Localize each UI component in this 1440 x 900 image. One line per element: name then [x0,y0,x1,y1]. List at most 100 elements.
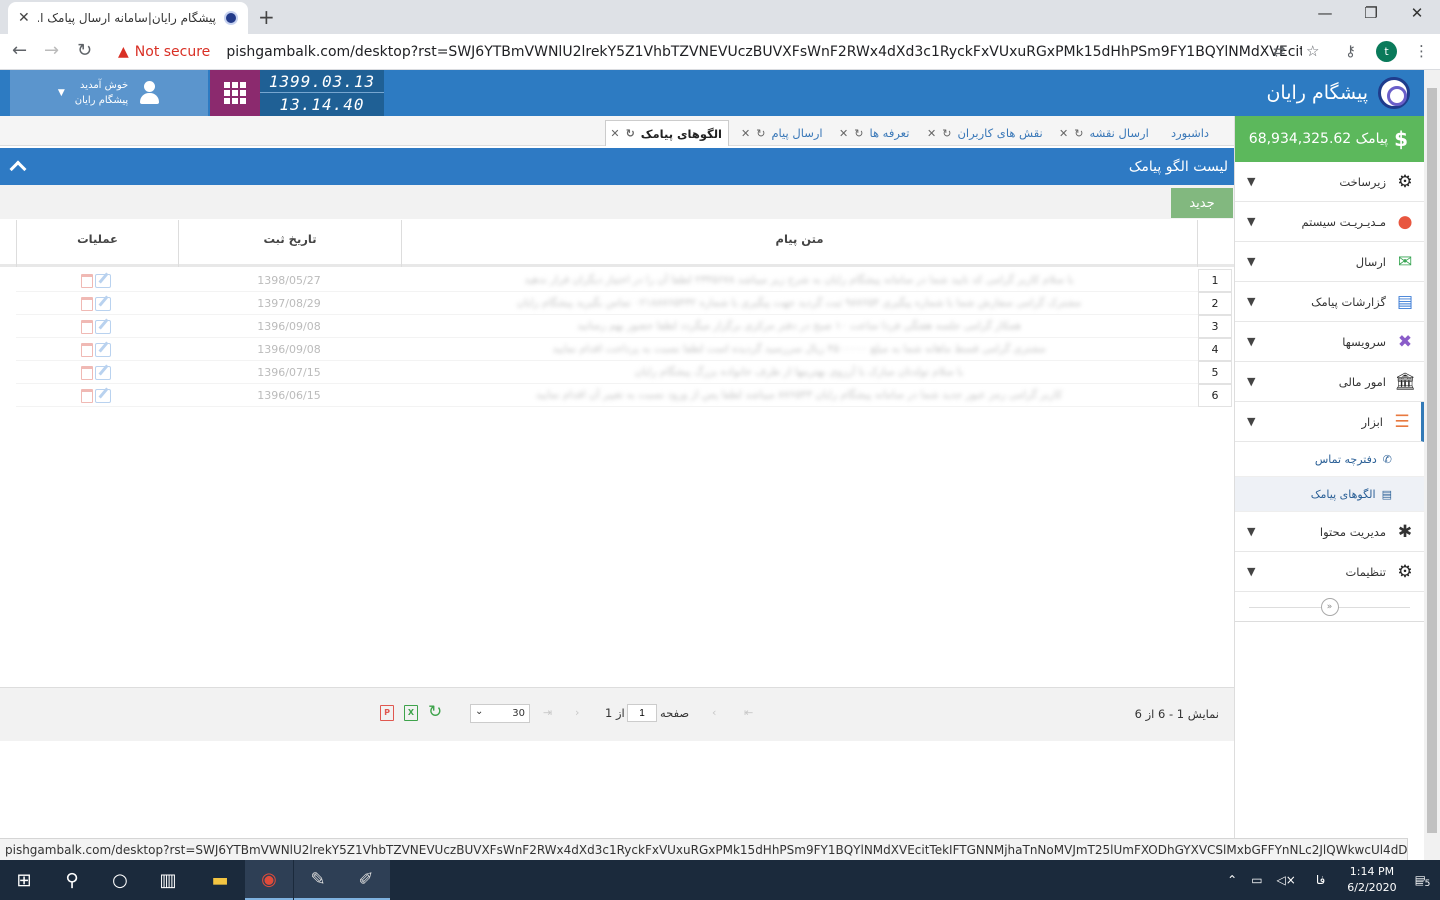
pager: نمایش 1 - 6 از 6 ⇤ ‹ صفحه از 1 › ⇥ 30 ⌄ … [0,687,1234,741]
edit-icon[interactable] [95,319,111,334]
star-icon[interactable]: ☆ [1306,42,1319,60]
edit-icon[interactable] [95,273,111,288]
refresh-tab-icon[interactable]: ↻ [942,127,951,140]
prev-page-icon[interactable]: ‹ [712,706,716,719]
user-menu[interactable]: ▼ خوش آمدید پیشگام رایان [10,70,208,116]
sidebar-item-settings[interactable]: ▼ تنظیمات ⚙ [1235,552,1424,592]
sidebar-item-tools[interactable]: ▼ ابزار ☰ [1235,402,1424,442]
close-tab-icon[interactable]: ✕ [927,127,936,140]
language-indicator[interactable]: فا [1316,873,1325,887]
profile-avatar[interactable]: t [1376,41,1397,62]
scrollbar-thumb[interactable] [1427,88,1437,833]
sidebar-collapse-button[interactable]: » [1235,592,1424,622]
excel-export-icon[interactable]: X [404,705,418,721]
chevron-down-icon: ▼ [1247,415,1256,428]
translate-icon[interactable]: ⇄ [1273,42,1286,60]
sidebar-subitem-contacts[interactable]: دفترچه تماس ✆ [1235,442,1424,477]
sidebar-subitem-sms-templates[interactable]: الگوهای پیامک ▤ [1235,477,1424,512]
notifications-icon[interactable]: ▤ 5 [1415,873,1433,889]
reload-icon[interactable]: ↻ [77,40,92,61]
close-tab-icon[interactable]: ✕ [18,10,30,26]
column-header-message[interactable]: متن پیام [401,220,1198,267]
key-icon[interactable]: ⚷ [1345,42,1356,60]
table-row[interactable]: 2 مشترک گرامی سفارش شما با شماره پیگیری … [16,292,1232,315]
menu-dots-icon[interactable]: ⋮ [1414,42,1429,60]
date-time-display: 1399.03.13 13.14.40 [260,70,384,116]
edit-icon[interactable] [95,365,111,380]
chrome-icon[interactable]: ◉ [245,860,293,900]
volume-muted-icon[interactable]: ◁× [1277,873,1296,887]
network-icon[interactable]: ▭ [1251,873,1262,887]
tab-sms-templates[interactable]: الگوهای پیامک ↻ ✕ [605,120,729,146]
close-window-icon[interactable]: ✕ [1394,4,1440,22]
delete-icon[interactable] [81,319,93,334]
cortana-icon[interactable]: ○ [96,860,144,900]
tab-send-map[interactable]: ارسال نقشه ↻ ✕ [1053,120,1155,146]
paint-icon[interactable]: ✎ [294,860,342,900]
row-number: 1 [1198,269,1232,292]
delete-icon[interactable] [81,388,93,403]
table-row[interactable]: 3 همکار گرامی جلسه هفتگی فردا ساعت ۱۰ صب… [16,315,1232,338]
new-tab-icon[interactable]: + [258,5,275,29]
search-icon[interactable]: ⚲ [48,860,96,900]
file-explorer-icon[interactable]: ▬ [196,860,244,900]
first-page-icon[interactable]: ⇤ [744,706,753,719]
refresh-tab-icon[interactable]: ↻ [756,127,765,140]
row-date: 1398/05/27 [257,274,321,287]
task-view-icon[interactable]: ▥ [144,860,192,900]
close-tab-icon[interactable]: ✕ [839,127,848,140]
close-tab-icon[interactable]: ✕ [1059,127,1068,140]
restore-icon[interactable]: ❐ [1348,4,1394,22]
new-button[interactable]: جدید [1171,188,1233,218]
close-tab-icon[interactable]: ✕ [741,127,750,140]
table-row[interactable]: 1 با سلام کاربر گرامی کد تایید شما در سا… [16,269,1232,292]
sidebar-item-infrastructure[interactable]: ▼ زیرساخت ⚙ [1235,162,1424,202]
next-page-icon[interactable]: › [575,706,579,719]
pdf-export-icon[interactable]: P [380,705,394,721]
column-header-operations[interactable]: عملیات [16,220,178,267]
sidebar-item-send[interactable]: ▼ ارسال ✉ [1235,242,1424,282]
minimize-icon[interactable]: — [1302,4,1348,22]
edit-icon[interactable] [95,296,111,311]
table-row[interactable]: 5 با سلام تولدتان مبارک با آرزوی بهترینه… [16,361,1232,384]
tab-send-message[interactable]: ارسال پیام ↻ ✕ [735,120,829,146]
page-size-select[interactable]: 30 ⌄ [470,704,530,723]
refresh-tab-icon[interactable]: ↻ [1074,127,1083,140]
close-tab-icon[interactable]: ✕ [610,127,619,140]
user-name: پیشگام رایان [74,95,129,106]
paint-app-icon[interactable]: ✐ [342,860,390,900]
windows-start-icon[interactable]: ⊞ [0,860,48,900]
page-number-input[interactable] [627,704,657,722]
edit-icon[interactable] [95,342,111,357]
refresh-tab-icon[interactable]: ↻ [626,127,635,140]
delete-icon[interactable] [81,296,93,311]
refresh-tab-icon[interactable]: ↻ [854,127,863,140]
address-bar[interactable]: ▲ Not secure pishgambalk.com/desktop?rst… [108,38,1302,66]
delete-icon[interactable] [81,365,93,380]
sidebar-item-sms-reports[interactable]: ▼ گزارشات پیامک ▤ [1235,282,1424,322]
refresh-icon[interactable]: ↻ [428,702,442,722]
sidebar-item-content-management[interactable]: ▼ مدیریت محتوا ✱ [1235,512,1424,552]
brand[interactable]: پیشگام رایان [1266,70,1410,116]
table-row[interactable]: 4 مشتری گرامی قسط ماهانه شما به مبلغ ۴۵۰… [16,338,1232,361]
taskbar-clock[interactable]: 1:14 PM 6/2/2020 [1347,864,1396,896]
tray-chevron-icon[interactable]: ⌃ [1227,873,1237,887]
edit-icon[interactable] [95,388,111,403]
chevron-down-icon: ▼ [1247,565,1256,578]
collapse-panel-icon[interactable] [8,156,28,176]
apps-grid-button[interactable] [210,70,260,116]
delete-icon[interactable] [81,273,93,288]
sidebar-item-finance[interactable]: ▼ امور مالی 🏛 [1235,362,1424,402]
tab-dashboard[interactable]: داشبورد [1165,120,1215,146]
last-page-icon[interactable]: ⇥ [543,706,552,719]
delete-icon[interactable] [81,342,93,357]
browser-tab[interactable]: پیشگام رایان|سامانه ارسال پیامک ا... ✕ [8,2,248,34]
column-header-date[interactable]: تاریخ ثبت [178,220,401,267]
tab-tariffs[interactable]: تعرفه ها ↻ ✕ [833,120,915,146]
sidebar-item-system-management[interactable]: ▼ مـدیـریـت سیستم ● [1235,202,1424,242]
table-row[interactable]: 6 کاربر گرامی رمز عبور جدید شما در سامان… [16,384,1232,407]
back-icon[interactable]: ← [12,40,27,61]
sidebar-item-services[interactable]: ▼ سرویسها ✖ [1235,322,1424,362]
tab-user-roles[interactable]: نقش های کاربران ↻ ✕ [921,120,1049,146]
forward-icon[interactable]: → [44,40,59,61]
